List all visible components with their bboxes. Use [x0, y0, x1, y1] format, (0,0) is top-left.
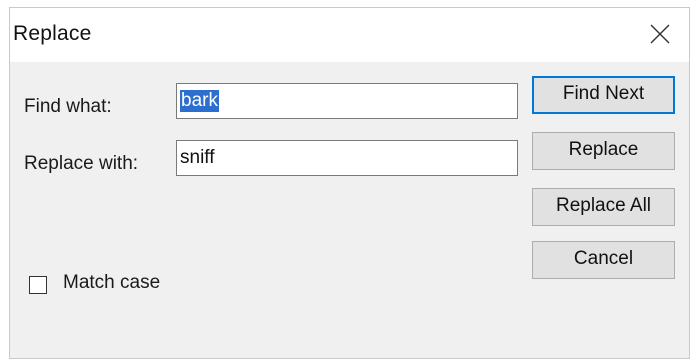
close-button[interactable] [633, 8, 689, 60]
replace-with-value: sniff [180, 147, 215, 168]
find-what-input[interactable]: bark [176, 83, 518, 119]
match-case-label[interactable]: Match case [63, 272, 160, 294]
replace-with-label: Replace with: [24, 153, 139, 174]
title-bar[interactable]: Replace [10, 8, 689, 62]
replace-all-button[interactable]: Replace All [532, 188, 675, 226]
dialog-title: Replace [13, 22, 92, 45]
match-case-checkbox[interactable] [29, 276, 47, 294]
find-what-label: Find what: [24, 96, 112, 117]
find-next-button[interactable]: Find Next [532, 76, 675, 114]
find-what-value: bark [180, 90, 219, 112]
replace-button[interactable]: Replace [532, 132, 675, 170]
replace-with-input[interactable]: sniff [176, 140, 518, 176]
cancel-button[interactable]: Cancel [532, 241, 675, 279]
close-icon [650, 24, 670, 44]
replace-dialog: Replace Find what: bark Replace with: sn… [9, 7, 690, 359]
